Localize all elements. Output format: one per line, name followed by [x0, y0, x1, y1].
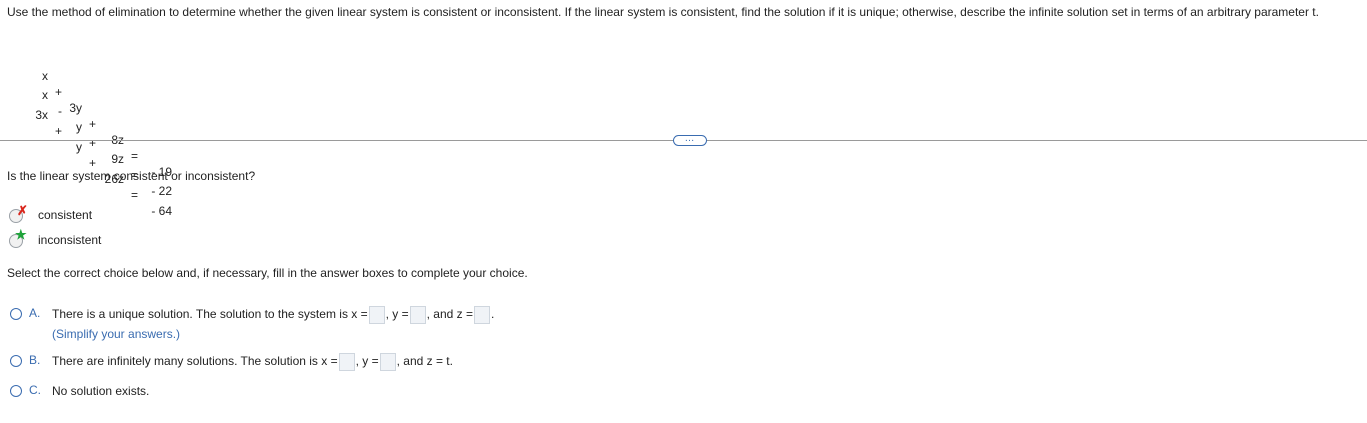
answer-text: , and z = t. — [396, 354, 453, 369]
problem-instructions: Use the method of elimination to determi… — [7, 5, 1319, 19]
operator: + — [88, 117, 96, 131]
coef-y: y — [76, 140, 82, 154]
coef-y: y — [76, 120, 82, 134]
choice-a-text: There is a unique solution. The solution… — [52, 306, 494, 324]
answer-text: . — [491, 307, 495, 322]
coef-z: 9z — [111, 152, 124, 166]
choice-b-text: There are infinitely many solutions. The… — [52, 353, 453, 371]
answer-text: There is a unique solution. The solution… — [52, 307, 368, 322]
incorrect-x-icon: ✗ — [17, 203, 28, 218]
equation-row: 3x + y + 26z = - 64 — [0, 91, 200, 218]
x-answer-box[interactable] — [338, 353, 355, 371]
choice-b-radio[interactable] — [10, 355, 22, 367]
choice-letter: B. — [29, 353, 41, 367]
rhs: - 22 — [151, 184, 172, 198]
answer-text: , y = — [355, 354, 379, 369]
correct-star-icon: ★ — [15, 227, 27, 242]
operator: + — [54, 124, 62, 138]
equation-row: x - y + 9z = - 22 — [0, 71, 200, 198]
choice-c-text: No solution exists. — [52, 384, 150, 398]
equation-row: x + 3y + 8z = - 19 — [0, 52, 200, 179]
expand-more-button[interactable]: … — [673, 134, 707, 146]
choice-c-radio[interactable] — [10, 385, 22, 397]
equals-sign: = — [130, 149, 138, 163]
choice-letter: C. — [29, 383, 41, 397]
answer-text: , y = — [385, 307, 409, 322]
operator: + — [88, 136, 96, 150]
answer-text: , and z = — [426, 307, 474, 322]
choice-a-radio[interactable] — [10, 308, 22, 320]
rhs: - 64 — [151, 204, 172, 218]
option-label: inconsistent — [38, 233, 102, 247]
option-label: consistent — [38, 208, 93, 222]
y-answer-box[interactable] — [379, 353, 396, 371]
choice-instruction: Select the correct choice below and, if … — [7, 266, 528, 280]
x-answer-box[interactable] — [368, 306, 385, 324]
simplify-hint: (Simplify your answers.) — [52, 327, 181, 341]
question-text: Is the linear system consistent or incon… — [7, 169, 256, 183]
choice-letter: A. — [29, 306, 41, 320]
z-answer-box[interactable] — [474, 306, 491, 324]
y-answer-box[interactable] — [409, 306, 426, 324]
coef-x: 3x — [35, 108, 48, 122]
equals-sign: = — [130, 188, 138, 202]
answer-text: There are infinitely many solutions. The… — [52, 354, 338, 369]
